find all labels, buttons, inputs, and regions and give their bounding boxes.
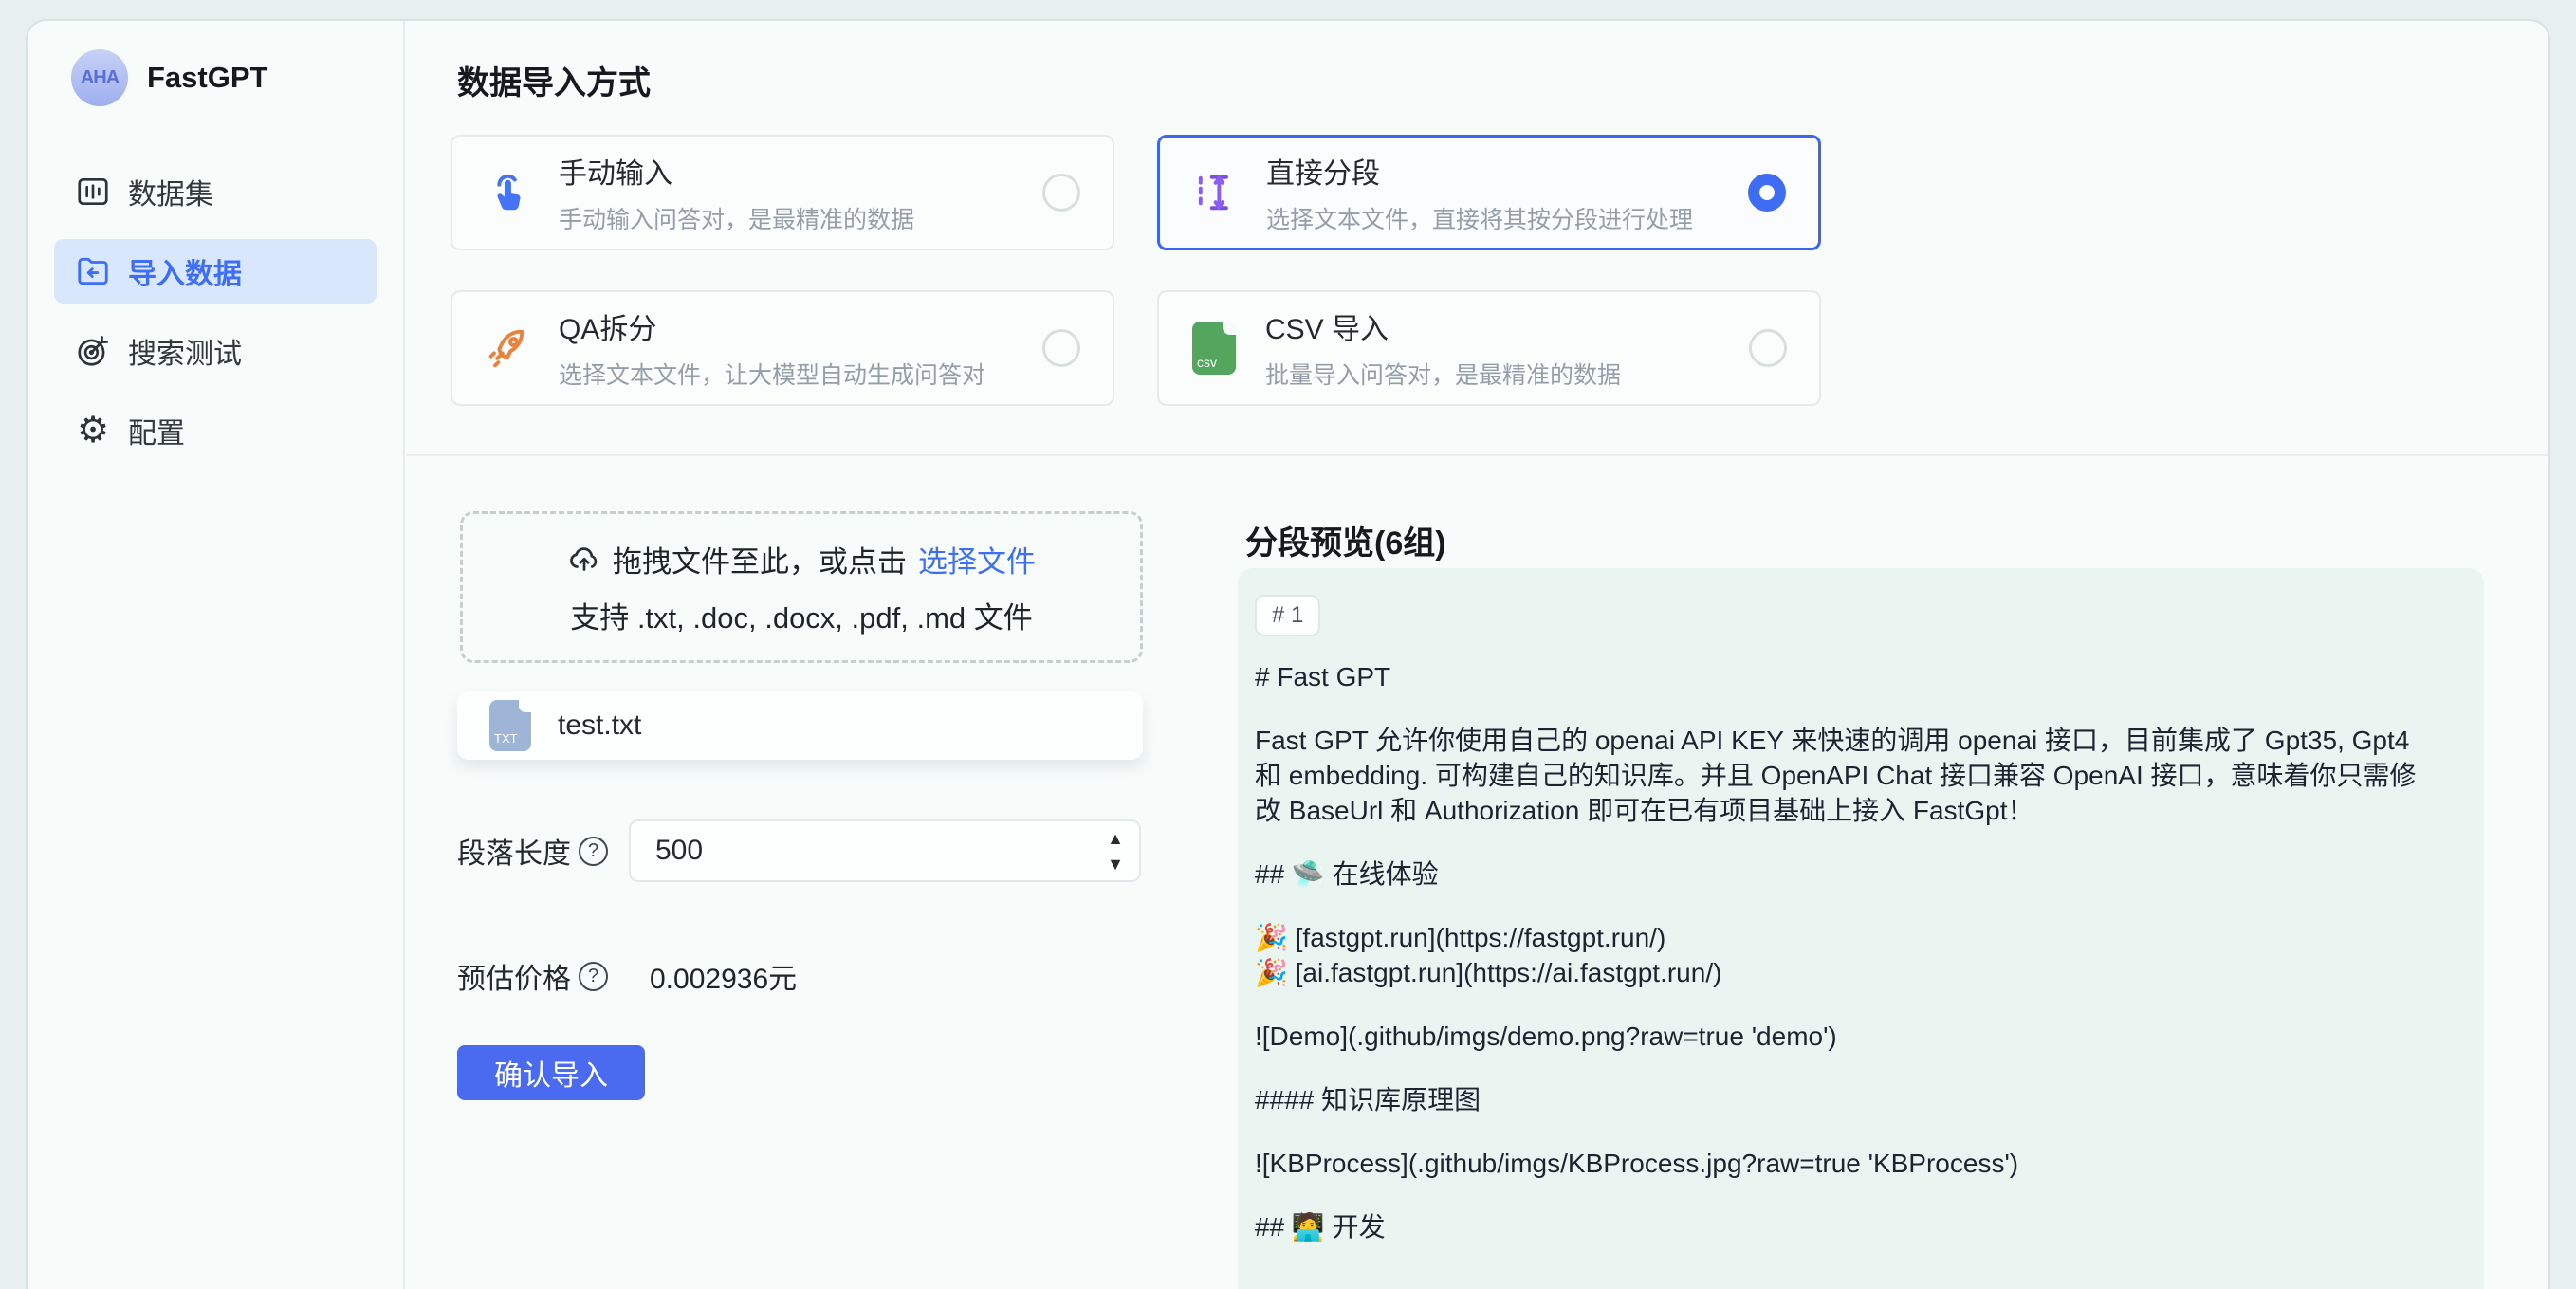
- sidebar-item-search-test[interactable]: 搜索测试: [54, 319, 377, 383]
- segment-preview-card: # 1 # Fast GPT Fast GPT 允许你使用自己的 openai …: [1238, 568, 2484, 1289]
- sidebar-nav: 数据集 导入数据 搜索测试 ⚙ 配置: [54, 159, 377, 463]
- method-title: 手动输入: [559, 150, 914, 192]
- method-radio[interactable]: [1042, 329, 1080, 367]
- preview-paragraph: ![KBProcess](.github/imgs/KBProcess.jpg?…: [1255, 1146, 2425, 1181]
- logo-glyph: AHA: [81, 67, 119, 89]
- segment-icon: [1188, 166, 1242, 219]
- help-icon[interactable]: ?: [579, 962, 608, 991]
- hand-click-icon: [481, 166, 534, 219]
- file-name: test.txt: [558, 709, 641, 742]
- method-text: 直接分段 选择文本文件，直接将其按分段进行处理: [1266, 150, 1693, 235]
- preview-paragraph: Fast GPT 允许你使用自己的 openai API KEY 来快速的调用 …: [1255, 723, 2425, 828]
- segment-preview-text: # Fast GPT Fast GPT 允许你使用自己的 openai API …: [1255, 659, 2425, 1244]
- method-radio[interactable]: [1749, 329, 1787, 367]
- preview-paragraph: ## 🛸 在线体验: [1255, 856, 2425, 892]
- app-panel: AHA FastGPT 数据集 导入数据: [26, 19, 2550, 1289]
- csv-file-icon: csv: [1187, 322, 1241, 375]
- paragraph-length-label: 段落长度: [457, 830, 571, 872]
- sidebar-item-label: 搜索测试: [128, 330, 242, 372]
- preview-title: 分段预览(6组): [1245, 517, 1446, 563]
- price-row: 预估价格 ? 0.002936元: [457, 955, 797, 997]
- choose-file-link[interactable]: 选择文件: [918, 538, 1036, 580]
- method-text: QA拆分 选择文本文件，让大模型自动生成问答对: [559, 305, 985, 391]
- txt-file-icon: TXT: [489, 700, 531, 751]
- sidebar-item-label: 导入数据: [128, 250, 242, 292]
- preview-paragraph: # Fast GPT: [1255, 659, 2425, 694]
- help-icon[interactable]: ?: [579, 837, 608, 866]
- sidebar-item-import-data[interactable]: 导入数据: [54, 239, 377, 304]
- paragraph-length-row: 段落长度 ? ▲ ▼: [457, 819, 1141, 882]
- preview-paragraph: 🎉 [fastgpt.run](https://fastgpt.run/) 🎉 …: [1255, 920, 2425, 990]
- rocket-icon: [481, 322, 534, 375]
- method-radio[interactable]: [1042, 174, 1080, 212]
- dropzone-line1: 拖拽文件至此，或点击 选择文件: [567, 538, 1036, 580]
- method-card-csv-import[interactable]: csv CSV 导入 批量导入问答对，是最精准的数据: [1157, 290, 1821, 406]
- page-title: 数据导入方式: [457, 57, 651, 103]
- section-divider: [407, 454, 2548, 456]
- sidebar-item-label: 配置: [128, 410, 185, 451]
- method-title: 直接分段: [1266, 150, 1693, 192]
- import-method-grid: 手动输入 手动输入问答对，是最精准的数据 直接分段 选择文本文件，直接将其按分段…: [451, 135, 1821, 406]
- config-icon: ⚙: [75, 413, 111, 449]
- preview-paragraph: ![Demo](.github/imgs/demo.png?raw=true '…: [1255, 1019, 2425, 1054]
- method-desc: 选择文本文件，直接将其按分段进行处理: [1266, 201, 1693, 235]
- stepper-down-icon[interactable]: ▼: [1107, 856, 1124, 873]
- dropzone-support-text: 支持 .txt, .doc, .docx, .pdf, .md 文件: [570, 594, 1033, 636]
- confirm-import-button[interactable]: 确认导入: [457, 1045, 645, 1100]
- brand-title: FastGPT: [147, 61, 267, 95]
- fastgpt-logo-icon: AHA: [71, 49, 128, 106]
- paragraph-length-input[interactable]: [631, 835, 1029, 867]
- method-card-qa-split[interactable]: QA拆分 选择文本文件，让大模型自动生成问答对: [451, 290, 1114, 406]
- dataset-icon: [75, 174, 111, 210]
- uploaded-file-item[interactable]: TXT test.txt: [457, 691, 1143, 760]
- file-type-badge: TXT: [494, 731, 518, 746]
- segment-index-badge: # 1: [1255, 595, 1320, 636]
- preview-paragraph: #### 知识库原理图: [1255, 1082, 2425, 1117]
- method-radio-checked[interactable]: [1748, 174, 1786, 212]
- sidebar: AHA FastGPT 数据集 导入数据: [28, 21, 405, 1289]
- sidebar-item-dataset[interactable]: 数据集: [54, 159, 377, 224]
- stepper-up-icon[interactable]: ▲: [1107, 830, 1124, 847]
- method-card-manual-input[interactable]: 手动输入 手动输入问答对，是最精准的数据: [451, 135, 1114, 250]
- app-window: { "app": { "name": "FastGPT", "logo_glyp…: [0, 0, 2576, 1289]
- search-test-icon: [75, 333, 111, 369]
- sidebar-item-label: 数据集: [128, 171, 213, 212]
- paragraph-length-input-box: ▲ ▼: [629, 819, 1141, 882]
- method-card-direct-segment[interactable]: 直接分段 选择文本文件，直接将其按分段进行处理: [1157, 135, 1821, 250]
- brand-row: AHA FastGPT: [71, 49, 267, 106]
- method-text: CSV 导入 批量导入问答对，是最精准的数据: [1265, 305, 1621, 391]
- file-dropzone[interactable]: 拖拽文件至此，或点击 选择文件 支持 .txt, .doc, .docx, .p…: [460, 511, 1143, 663]
- method-text: 手动输入 手动输入问答对，是最精准的数据: [559, 150, 914, 235]
- sidebar-item-config[interactable]: ⚙ 配置: [54, 398, 377, 463]
- cloud-upload-icon: [567, 543, 601, 577]
- price-label: 预估价格: [457, 955, 571, 997]
- preview-paragraph: ## 🧑‍💻 开发: [1255, 1209, 2425, 1244]
- method-desc: 批量导入问答对，是最精准的数据: [1265, 357, 1621, 391]
- number-stepper: ▲ ▼: [1107, 821, 1124, 880]
- method-title: CSV 导入: [1265, 305, 1621, 347]
- price-value: 0.002936元: [650, 955, 797, 997]
- import-data-icon: [75, 253, 111, 289]
- method-title: QA拆分: [559, 305, 985, 347]
- method-desc: 选择文本文件，让大模型自动生成问答对: [559, 357, 985, 391]
- method-desc: 手动输入问答对，是最精准的数据: [559, 201, 914, 235]
- dropzone-text: 拖拽文件至此，或点击: [613, 538, 907, 580]
